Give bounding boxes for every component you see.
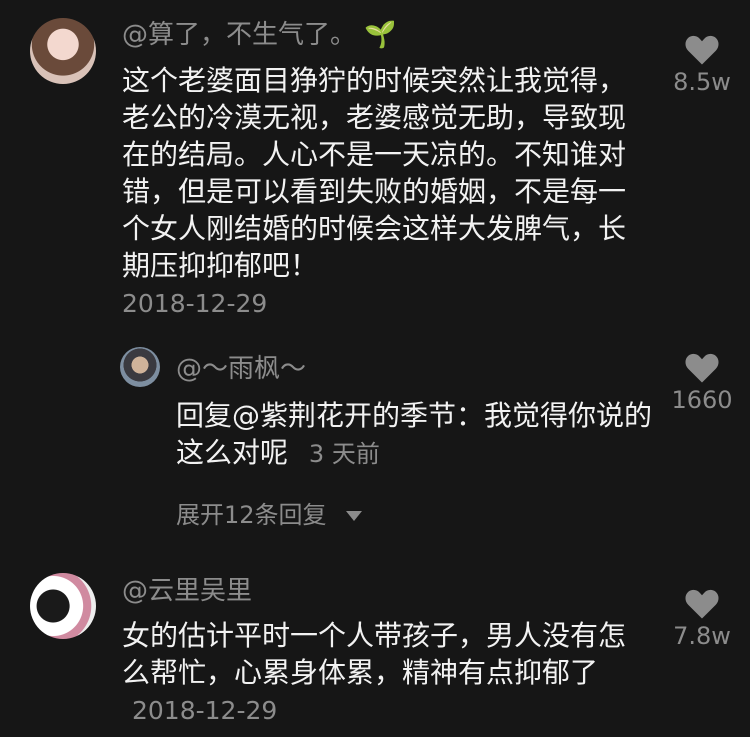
like-count: 7.8w: [673, 622, 731, 650]
comment-date: 2018-12-29: [132, 696, 278, 725]
heart-icon: [685, 353, 719, 383]
heart-icon: [685, 35, 719, 65]
comment-username[interactable]: @算了，不生气了。 🌱: [122, 18, 397, 52]
reply-text: 回复@紫荆花开的季节：我觉得你说的这么对呢 3 天前: [176, 397, 656, 473]
like-count: 1660: [671, 386, 733, 414]
expand-label: 展开12条回复: [176, 501, 327, 529]
avatar[interactable]: [30, 18, 96, 84]
username-text: @算了，不生气了。: [122, 20, 357, 50]
reply-time: 3 天前: [308, 440, 380, 468]
comment-date: 2018-12-29: [122, 289, 268, 318]
caret-down-icon: [346, 511, 363, 521]
like-button[interactable]: 7.8w: [662, 588, 742, 650]
reply-like-button[interactable]: 1660: [662, 352, 742, 414]
comment-text: 这个老婆面目狰狞的时候突然让我觉得，老公的冷漠无视，老婆感觉无助，导致现在的结局…: [122, 62, 634, 284]
reply-body: 回复@紫荆花开的季节：我觉得你说的这么对呢: [176, 399, 653, 469]
reply-avatar[interactable]: [120, 347, 160, 387]
expand-replies-button[interactable]: 展开12条回复: [176, 495, 363, 530]
comment-body: 女的估计平时一个人带孩子，男人没有怎么帮忙，心累身体累，精神有点抑郁了: [122, 619, 627, 689]
like-count: 8.5w: [673, 68, 731, 96]
avatar[interactable]: [30, 573, 96, 639]
reply-username[interactable]: @～雨枫～: [176, 352, 306, 386]
sprout-emoji-icon: 🌱: [364, 20, 397, 50]
comment-body: 这个老婆面目狰狞的时候突然让我觉得，老公的冷漠无视，老婆感觉无助，导致现在的结局…: [122, 64, 627, 282]
comment-username[interactable]: @云里吴里: [122, 574, 252, 608]
like-button[interactable]: 8.5w: [662, 34, 742, 96]
comment-text: 女的估计平时一个人带孩子，男人没有怎么帮忙，心累身体累，精神有点抑郁了 2018…: [122, 617, 642, 729]
heart-icon: [685, 589, 719, 619]
